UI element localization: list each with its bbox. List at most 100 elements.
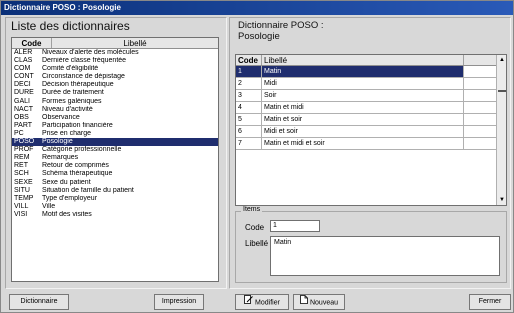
- dictionary-row-code: VISI: [14, 210, 28, 218]
- dictionary-row-label: Remarques: [42, 154, 79, 162]
- dictionary-row[interactable]: ALER Niveaux d'alerte des molécules: [12, 49, 218, 57]
- dictionary-detail-title-line2: Posologie: [238, 31, 280, 42]
- dictionary-row-code: SITU: [14, 186, 30, 194]
- entry-row-code: 6: [236, 126, 262, 137]
- entry-row-code: 3: [236, 90, 262, 101]
- dictionary-row[interactable]: POSO Posologie: [12, 138, 218, 147]
- dictionary-row-label: Niveaux d'alerte des molécules: [42, 49, 139, 56]
- entry-row-label: Matin et midi et soir: [262, 138, 464, 149]
- dictionary-row-label: Posologie: [42, 138, 73, 146]
- dictionary-row-label: Catégorie professionnelle: [42, 146, 122, 154]
- grid-header-label[interactable]: Libellé: [262, 55, 464, 65]
- item-label-label: Libellé: [245, 239, 269, 248]
- scroll-up-arrow-icon[interactable]: ▲: [498, 56, 506, 64]
- scroll-thumb[interactable]: [498, 90, 506, 92]
- dictionary-row[interactable]: NACT Niveau d'activité: [12, 106, 218, 114]
- scroll-down-arrow-icon[interactable]: ▼: [498, 196, 506, 204]
- entry-row-label: Soir: [262, 90, 464, 101]
- modify-button[interactable]: Modifier: [235, 294, 289, 310]
- dictionary-row-code: CLAS: [14, 57, 33, 65]
- dictionary-row[interactable]: PROF Catégorie professionnelle: [12, 146, 218, 154]
- print-button[interactable]: Impression: [154, 294, 204, 310]
- dictionary-row[interactable]: COM Comité d'éligibilité: [12, 65, 218, 73]
- entry-row[interactable]: 1 Matin: [236, 66, 506, 78]
- entry-row[interactable]: 6 Midi et soir: [236, 126, 506, 138]
- dictionary-row[interactable]: CONT Circonstance de dépistage: [12, 73, 218, 81]
- entry-row[interactable]: 2 Midi: [236, 78, 506, 90]
- item-label-field[interactable]: Matin: [270, 236, 500, 276]
- entries-grid[interactable]: Code Libellé 1 Matin 2 Midi 3 Soir 4 Matin et m…: [235, 54, 507, 206]
- dictionary-row[interactable]: VISI Motif des visites: [12, 211, 218, 219]
- new-button-label: Nouveau: [309, 299, 339, 307]
- dictionary-row[interactable]: TEMP Type d'employeur: [12, 195, 218, 203]
- dictionary-row[interactable]: GALI Formes galéniques: [12, 98, 218, 106]
- entries-rows: 1 Matin 2 Midi 3 Soir 4 Matin et midi 5 Matin et …: [236, 66, 506, 150]
- dictionary-row-label: Schéma thérapeutique: [42, 170, 113, 178]
- dictionary-row-label: Durée de traitement: [42, 89, 104, 97]
- dictionary-row[interactable]: REM Remarques: [12, 154, 218, 162]
- new-button[interactable]: Nouveau: [293, 294, 345, 310]
- entry-row-label: Matin et soir: [262, 114, 464, 125]
- modify-button-label: Modifier: [255, 299, 280, 307]
- dictionary-row-label: Participation financière: [42, 121, 113, 129]
- entry-row[interactable]: 4 Matin et midi: [236, 102, 506, 114]
- dictionary-list[interactable]: Code Libellé ALER Niveaux d'alerte des mo…: [11, 37, 219, 282]
- dictionary-row[interactable]: PC Prise en charge: [12, 130, 218, 138]
- dictionary-row-code: DURE: [14, 89, 34, 97]
- entry-row-label: Midi et soir: [262, 126, 464, 137]
- dictionary-row[interactable]: SCH Schéma thérapeutique: [12, 170, 218, 178]
- dictionary-button[interactable]: Dictionnaire: [9, 294, 69, 310]
- entry-row-code: 1: [236, 66, 262, 77]
- dictionary-row-label: Prise en charge: [42, 129, 92, 137]
- dictionary-row-label: Situation de famille du patient: [42, 186, 134, 194]
- dictionary-row[interactable]: DECI Décision thérapeutique: [12, 81, 218, 89]
- dictionary-row-label: Sexe du patient: [42, 178, 91, 186]
- vertical-scrollbar[interactable]: ▲ ▼: [496, 55, 506, 205]
- dictionary-row-label: Décision thérapeutique: [42, 81, 114, 89]
- item-code-field[interactable]: 1: [270, 220, 320, 232]
- item-code-label: Code: [245, 223, 265, 232]
- column-header-label[interactable]: Libellé: [52, 38, 218, 48]
- dictionary-row-code: OBS: [14, 113, 29, 121]
- dictionary-row-code: NACT: [14, 105, 34, 113]
- dictionary-detail-title-line1: Dictionnaire POSO :: [238, 20, 324, 31]
- dictionary-row[interactable]: OBS Observance: [12, 114, 218, 122]
- dictionary-row[interactable]: CLAS Dernière classe fréquentée: [12, 57, 218, 65]
- column-header-code[interactable]: Code: [12, 38, 52, 48]
- dictionary-row-code: POSO: [14, 138, 35, 146]
- dictionary-row-code: PC: [14, 129, 24, 137]
- entry-row-code: 7: [236, 138, 262, 149]
- dictionary-row-label: Circonstance de dépistage: [42, 73, 125, 81]
- dictionary-row-label: Observance: [42, 113, 80, 121]
- entry-row[interactable]: 5 Matin et soir: [236, 114, 506, 126]
- dictionary-row-code: PART: [14, 121, 33, 129]
- dictionary-row-code: CONT: [14, 73, 34, 81]
- dictionary-row-label: Niveau d'activité: [42, 105, 93, 113]
- dictionary-list-title: Liste des dictionnaires: [11, 19, 130, 33]
- dictionary-rows: ALER Niveaux d'alerte des molécules CLAS De…: [12, 49, 218, 219]
- entry-row[interactable]: 7 Matin et midi et soir: [236, 138, 506, 150]
- dictionary-row-label: Comité d'éligibilité: [42, 65, 99, 73]
- items-legend: Items: [241, 206, 263, 213]
- entry-row[interactable]: 3 Soir: [236, 90, 506, 102]
- dictionary-list-header: Code Libellé: [12, 38, 218, 49]
- print-button-label: Impression: [161, 298, 197, 305]
- dictionary-row[interactable]: RET Retour de comprimés: [12, 162, 218, 170]
- dictionary-row[interactable]: DURE Durée de traitement: [12, 89, 218, 97]
- dictionary-row[interactable]: SEXE Sexe du patient: [12, 179, 218, 187]
- dictionary-row-code: DECI: [14, 81, 31, 89]
- dictionary-row-label: Ville: [42, 202, 56, 210]
- dictionary-row-code: SEXE: [14, 178, 33, 186]
- close-button[interactable]: Fermer: [469, 294, 511, 310]
- dictionary-row-label: Type d'employeur: [42, 194, 98, 202]
- dictionary-row-code: COM: [14, 65, 31, 73]
- dictionary-row-code: PROF: [14, 146, 34, 154]
- entry-row-label: Matin: [262, 66, 464, 77]
- dictionary-row[interactable]: VILL Ville: [12, 203, 218, 211]
- dictionary-row-code: TEMP: [14, 194, 34, 202]
- entry-row-code: 5: [236, 114, 262, 125]
- dictionary-row[interactable]: PART Participation financière: [12, 122, 218, 130]
- entry-row-code: 4: [236, 102, 262, 113]
- dictionary-row[interactable]: SITU Situation de famille du patient: [12, 187, 218, 195]
- grid-header-code[interactable]: Code: [236, 55, 262, 65]
